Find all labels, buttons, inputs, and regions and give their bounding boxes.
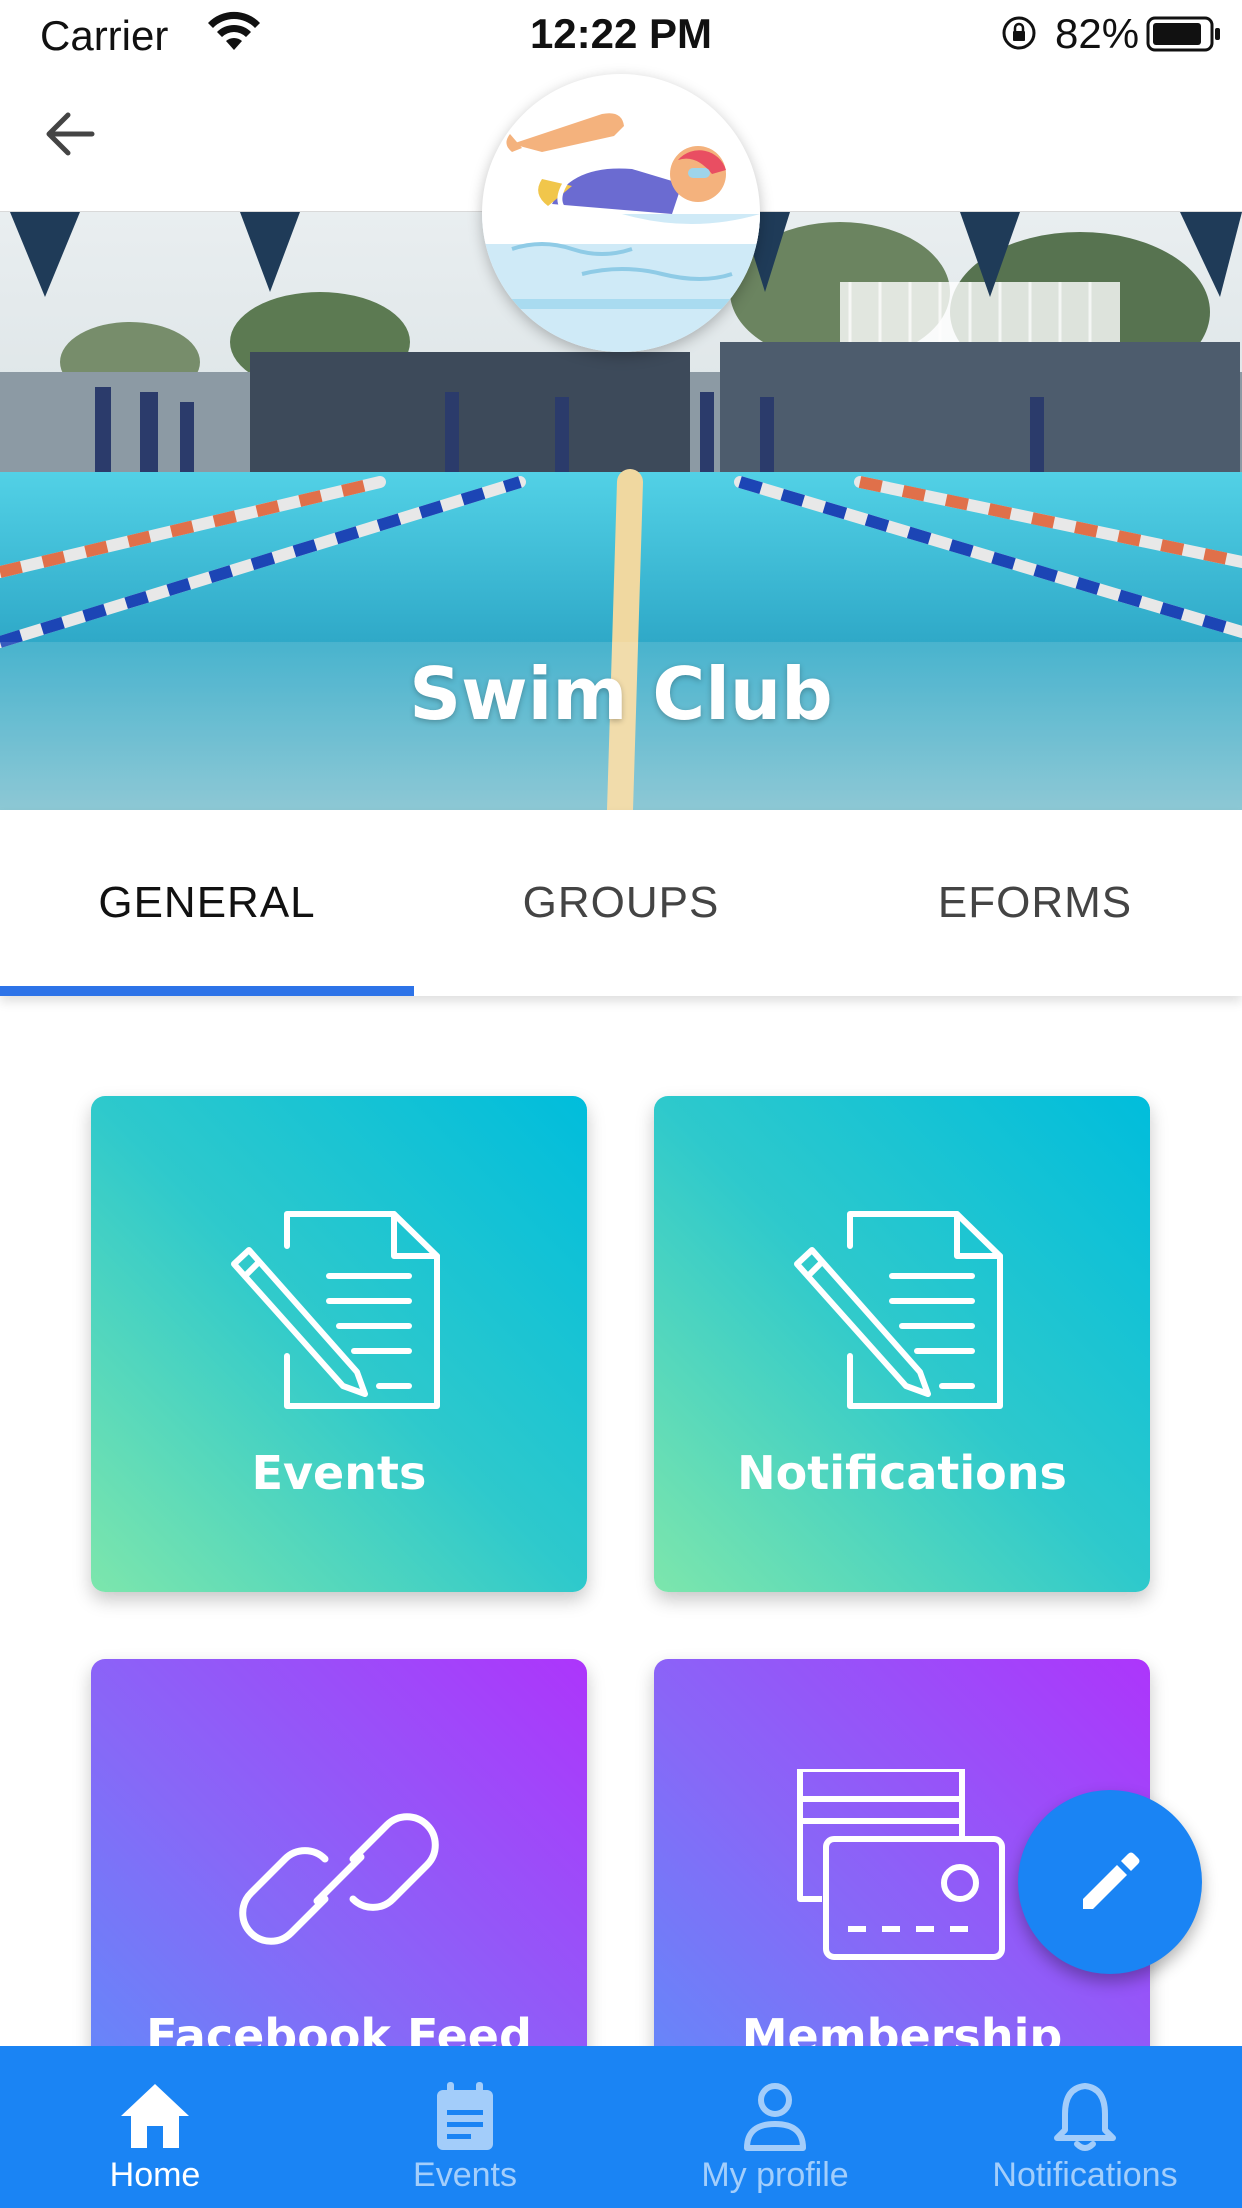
tab-groups[interactable]: GROUPS xyxy=(414,810,828,996)
person-icon xyxy=(744,2083,806,2151)
bell-icon xyxy=(1054,2083,1116,2151)
tile-label: Events xyxy=(251,1446,427,1500)
tab-bar: GENERAL GROUPS EFORMS xyxy=(0,810,1242,996)
battery-percent: 82% xyxy=(1055,10,1140,57)
nav-label: Notifications xyxy=(992,2156,1178,2194)
status-bar: Carrier 12:22 PM 82% xyxy=(0,0,1242,70)
back-button[interactable] xyxy=(30,94,110,174)
calendar-icon xyxy=(437,2082,493,2150)
club-logo xyxy=(482,74,760,352)
nav-label: My profile xyxy=(701,2156,849,2194)
link-icon xyxy=(239,1813,439,1945)
nav-label: Home xyxy=(109,2156,201,2194)
credit-cards-icon xyxy=(797,1769,1005,1960)
edit-fab-button[interactable] xyxy=(1018,1790,1202,1974)
nav-events[interactable]: Events xyxy=(310,2046,620,2208)
bottom-nav: Home Events My profile Notifications xyxy=(0,2046,1242,2208)
tile-label: Notifications xyxy=(737,1446,1067,1500)
tile-events[interactable]: Events xyxy=(91,1096,587,1592)
swimmer-icon xyxy=(482,113,760,352)
document-edit-icon xyxy=(794,1211,1003,1409)
nav-notifications[interactable]: Notifications xyxy=(930,2046,1240,2208)
tab-eforms[interactable]: EFORMS xyxy=(828,810,1242,996)
rotation-lock-icon xyxy=(1002,16,1036,50)
club-title: Swim Club xyxy=(409,652,833,736)
tile-notifications[interactable]: Notifications xyxy=(654,1096,1150,1592)
nav-my-profile[interactable]: My profile xyxy=(620,2046,930,2208)
pencil-icon xyxy=(1083,1852,1140,1909)
document-edit-icon xyxy=(231,1211,440,1409)
battery-icon xyxy=(1146,16,1220,52)
home-icon xyxy=(121,2084,189,2148)
nav-label: Events xyxy=(413,2156,517,2194)
tab-indicator xyxy=(0,986,414,996)
arrow-left-icon xyxy=(46,112,95,156)
nav-home[interactable]: Home xyxy=(0,2046,310,2208)
tab-general[interactable]: GENERAL xyxy=(0,810,414,996)
